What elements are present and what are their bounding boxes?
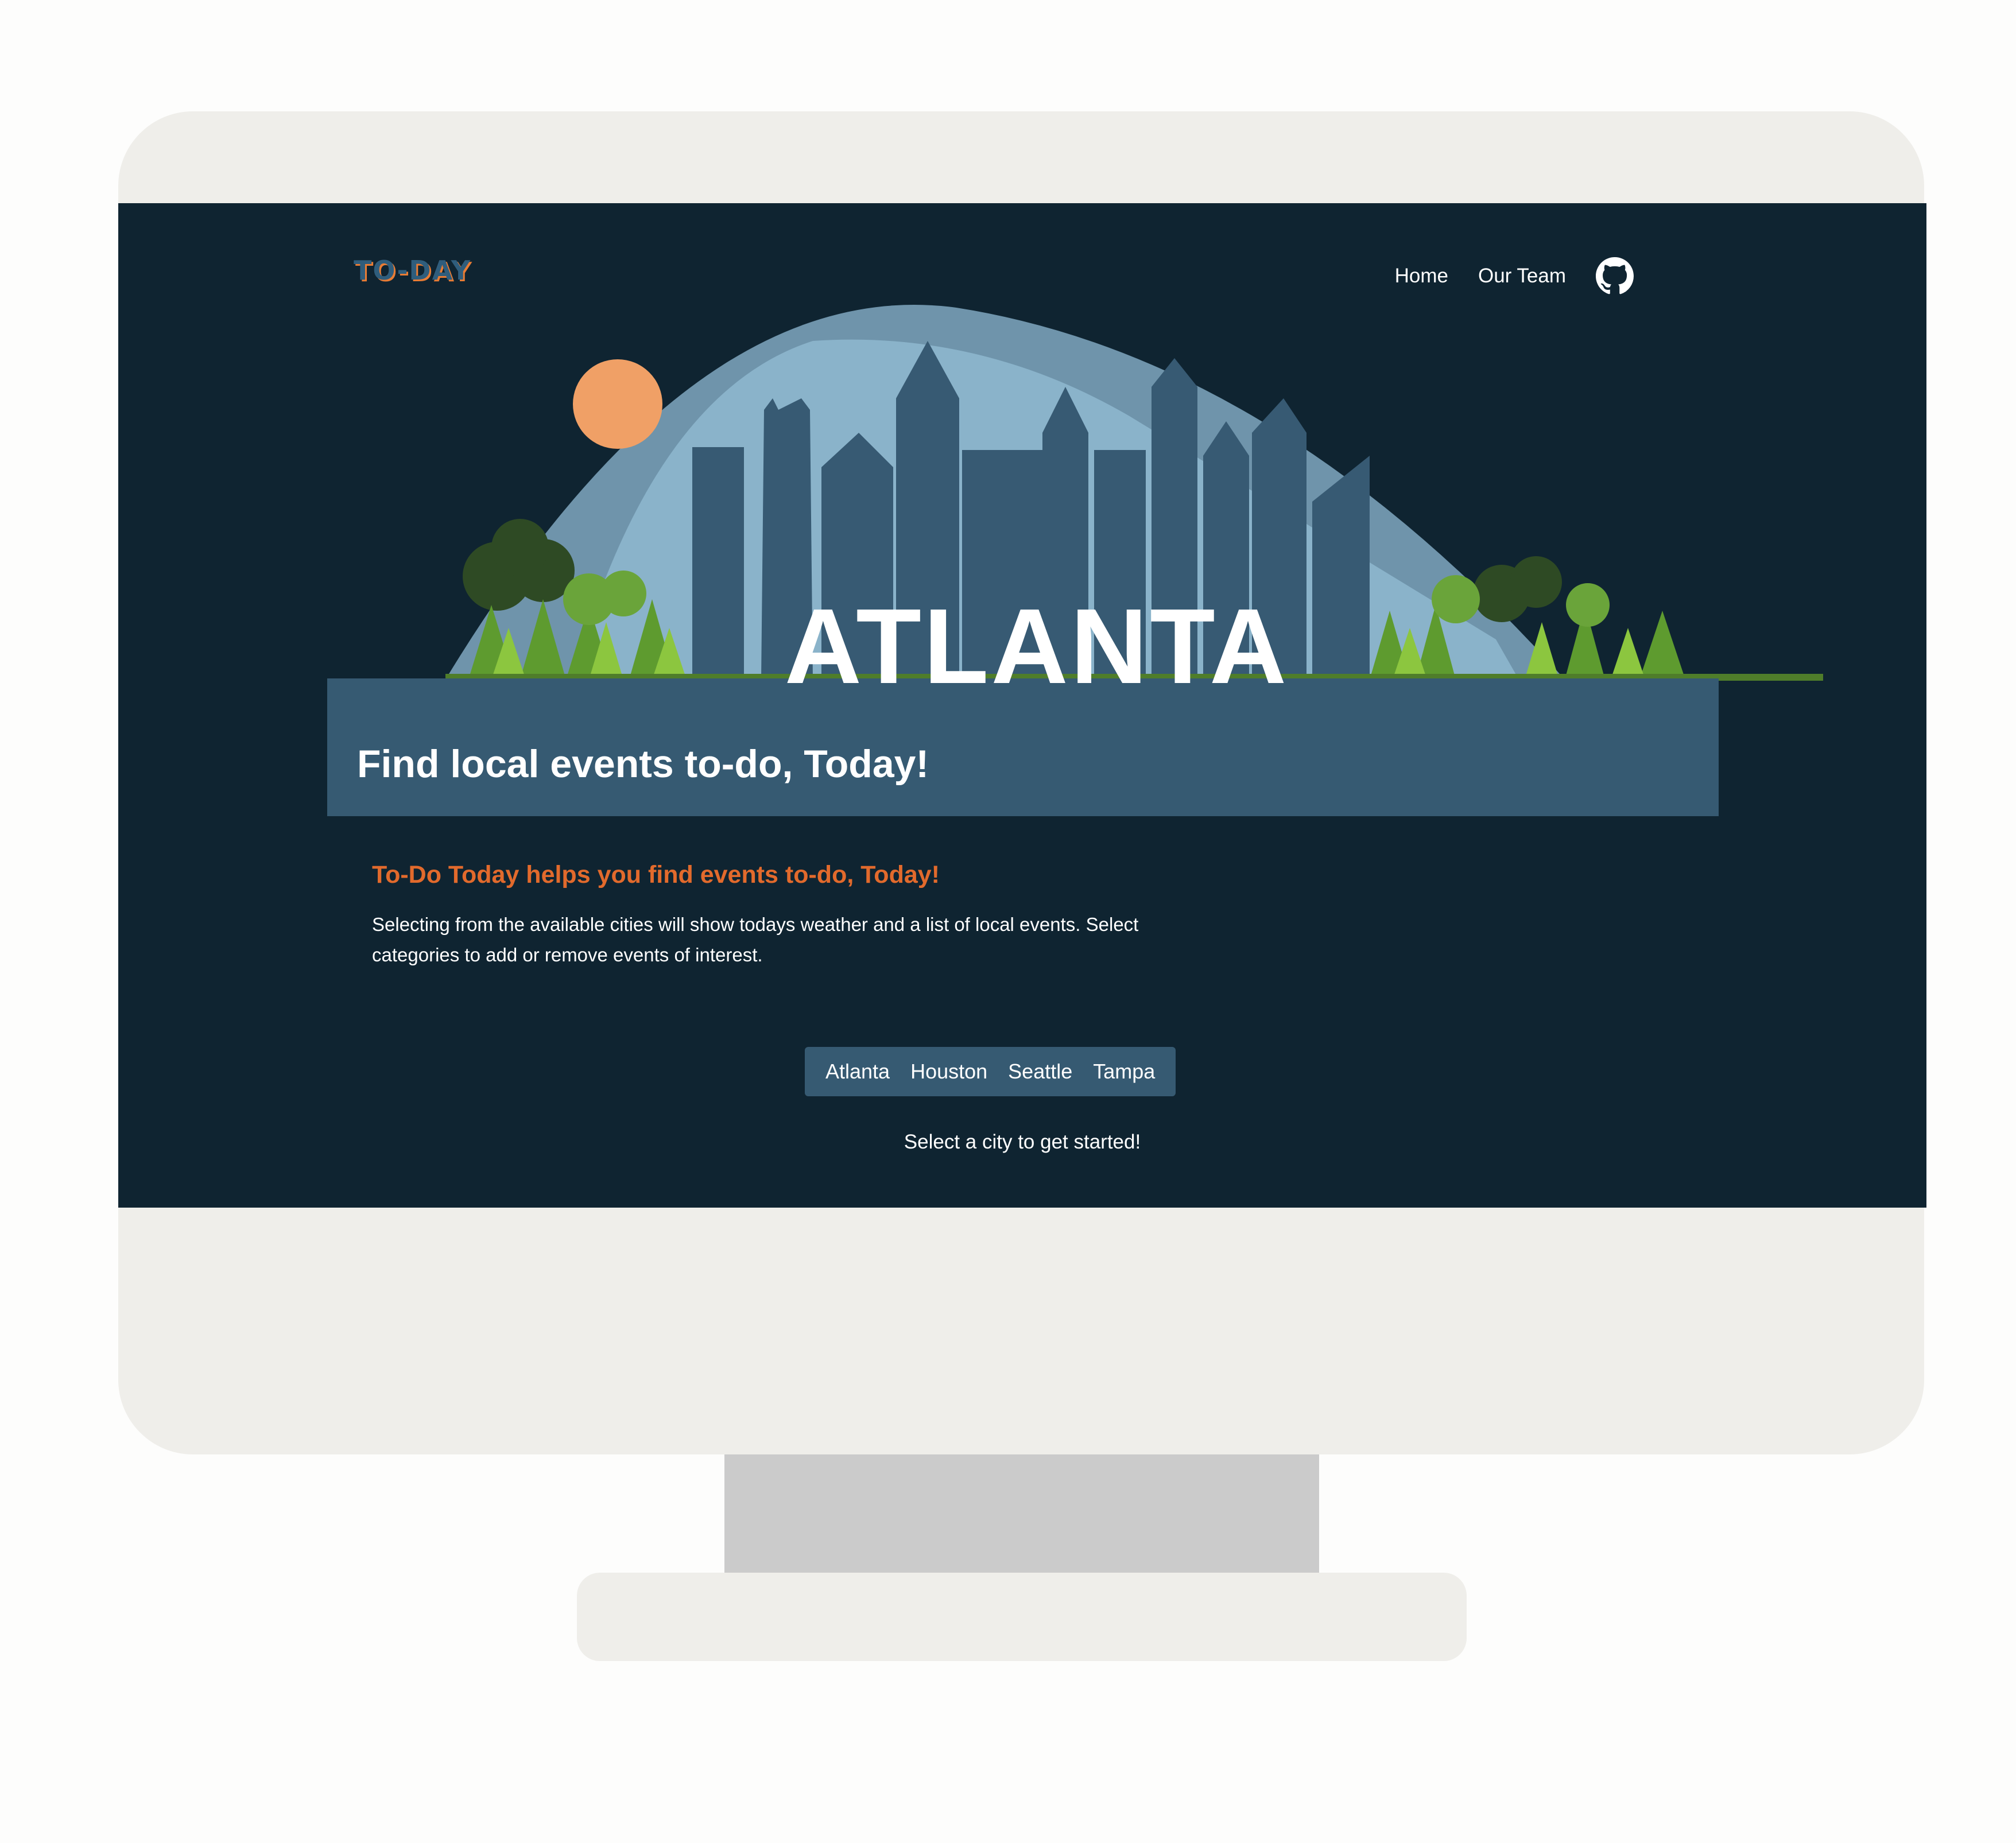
intro-heading: To-Do Today helps you find events to-do,… [372, 861, 940, 888]
city-button-seattle[interactable]: Seattle [998, 1047, 1083, 1096]
city-button-houston[interactable]: Houston [900, 1047, 998, 1096]
hero-tagline: Find local events to-do, Today! [357, 742, 929, 786]
select-city-prompt: Select a city to get started! [904, 1131, 1141, 1153]
monitor-stand-base [577, 1573, 1467, 1661]
city-selector: Atlanta Houston Seattle Tampa [805, 1047, 1176, 1096]
github-icon[interactable] [1596, 257, 1634, 295]
city-button-atlanta[interactable]: Atlanta [815, 1047, 900, 1096]
logo[interactable]: TO-DAY [354, 255, 471, 286]
screen: ATLANTA Find local events to-do, Today! … [118, 203, 1926, 1208]
city-button-tampa[interactable]: Tampa [1083, 1047, 1165, 1096]
intro-description: Selecting from the available cities will… [372, 914, 1139, 965]
monitor-stand-neck [724, 1454, 1319, 1573]
nav-our-team-link[interactable]: Our Team [1478, 265, 1566, 288]
nav-home-link[interactable]: Home [1395, 265, 1448, 288]
hero-city-title: ATLANTA [784, 587, 1289, 706]
top-nav: Home Our Team [1365, 257, 1634, 295]
